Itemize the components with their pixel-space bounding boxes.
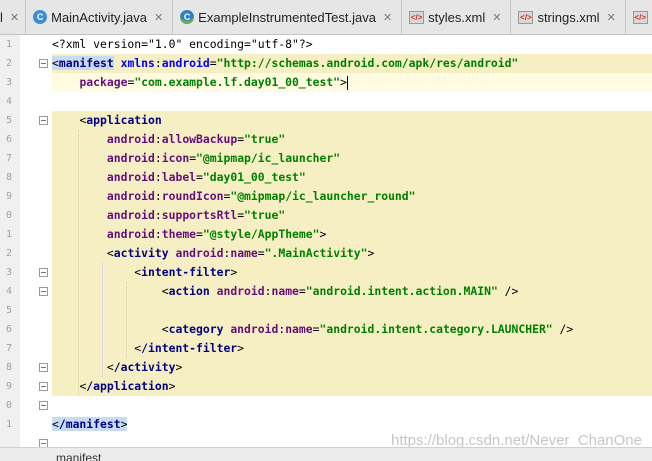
xml-file-icon: </> bbox=[409, 11, 424, 24]
xml-declaration: <?xml version="1.0" encoding="utf-8"?> bbox=[52, 37, 313, 51]
code-line-10: android:supportsRtl="true" bbox=[52, 206, 285, 225]
tab-example-instrumented-test[interactable]: C ExampleInstrumentedTest.java ✕ bbox=[173, 0, 402, 34]
line-number: 9 bbox=[0, 377, 12, 396]
line-number: 5 bbox=[0, 111, 12, 130]
activity-close-tag: /activity bbox=[114, 360, 176, 374]
fold-toggle-icon[interactable] bbox=[39, 59, 48, 68]
code-line-14: <action android:name="android.intent.act… bbox=[52, 282, 518, 301]
line-number: 6 bbox=[0, 130, 12, 149]
code-line-7: android:icon="@mipmap/ic_launcher" bbox=[52, 149, 340, 168]
tab-label: ExampleInstrumentedTest.java bbox=[198, 10, 376, 25]
application-close-tag: /application bbox=[86, 379, 168, 393]
line-number: 1 bbox=[0, 225, 12, 244]
line-number: 4 bbox=[0, 92, 12, 111]
fold-toggle-icon[interactable] bbox=[39, 116, 48, 125]
tab-main-activity[interactable]: C MainActivity.java ✕ bbox=[26, 0, 173, 34]
line-number: 1 bbox=[0, 35, 12, 54]
line-number: 9 bbox=[0, 187, 12, 206]
icon-attribute: icon bbox=[162, 151, 189, 165]
code-line-12: <activity android:name=".MainActivity"> bbox=[52, 244, 374, 263]
tab-label: styles.xml bbox=[428, 10, 485, 25]
category-tag: category bbox=[169, 322, 224, 336]
tab-label: strings.xml bbox=[537, 10, 599, 25]
supports-rtl-attribute: supportsRtl bbox=[162, 208, 237, 222]
code-line-16: <category android:name="android.intent.c… bbox=[52, 320, 573, 339]
line-number: 7 bbox=[0, 339, 12, 358]
code-line-19: </application> bbox=[52, 377, 175, 396]
line-number: 8 bbox=[0, 168, 12, 187]
close-icon[interactable]: ✕ bbox=[607, 11, 616, 24]
package-value: "com.example.lf.day01_00_test" bbox=[134, 75, 340, 89]
fold-toggle-icon[interactable] bbox=[39, 287, 48, 296]
application-tag: application bbox=[86, 113, 161, 127]
activity-tag: activity bbox=[114, 246, 169, 260]
tab-label: l bbox=[0, 10, 3, 25]
label-attribute: label bbox=[162, 170, 196, 184]
code-line-2: <manifest xmlns:android="http://schemas.… bbox=[52, 54, 518, 73]
fold-toggle-icon[interactable] bbox=[39, 401, 48, 410]
code-editor[interactable]: 123456789012345678901 <?xml version="1.0… bbox=[0, 35, 652, 447]
code-line-5: <application bbox=[52, 111, 162, 130]
tab-previous-file[interactable]: l ✕ bbox=[0, 0, 26, 34]
line-number: 7 bbox=[0, 149, 12, 168]
code-line-11: android:theme="@style/AppTheme"> bbox=[52, 225, 326, 244]
line-number: 0 bbox=[0, 396, 12, 415]
tab-styles-xml[interactable]: </> styles.xml ✕ bbox=[402, 0, 511, 34]
fold-toggle-icon[interactable] bbox=[39, 268, 48, 277]
editor-tab-bar: l ✕ C MainActivity.java ✕ C ExampleInstr… bbox=[0, 0, 652, 35]
xml-file-icon: </> bbox=[633, 11, 648, 24]
line-number: 4 bbox=[0, 282, 12, 301]
fold-toggle-icon[interactable] bbox=[39, 363, 48, 372]
close-icon[interactable]: ✕ bbox=[383, 11, 392, 24]
code-line-1: <?xml version="1.0" encoding="utf-8"?> bbox=[52, 35, 313, 54]
line-number: 6 bbox=[0, 320, 12, 339]
tab-strings-xml[interactable]: </> strings.xml ✕ bbox=[511, 0, 625, 34]
xmlns-attribute: xmlns bbox=[121, 56, 155, 70]
code-line-6: android:allowBackup="true" bbox=[52, 130, 285, 149]
code-line-8: android:label="day01_00_test" bbox=[52, 168, 306, 187]
java-test-class-icon: C bbox=[180, 10, 194, 24]
android-namespace: android bbox=[162, 56, 210, 70]
tab-colors-xml[interactable]: </> colo bbox=[626, 0, 652, 34]
round-icon-attribute: roundIcon bbox=[162, 189, 224, 203]
line-number: 3 bbox=[0, 73, 12, 92]
close-icon[interactable]: ✕ bbox=[154, 11, 163, 24]
manifest-tag: manifest bbox=[59, 56, 114, 70]
theme-attribute: theme bbox=[162, 227, 196, 241]
close-icon[interactable]: ✕ bbox=[10, 11, 19, 24]
code-line-18: </activity> bbox=[52, 358, 182, 377]
close-icon[interactable]: ✕ bbox=[492, 11, 501, 24]
manifest-close-tag: /manifest bbox=[59, 417, 121, 431]
tab-label: MainActivity.java bbox=[51, 10, 147, 25]
code-line-17: </intent-filter> bbox=[52, 339, 244, 358]
code-line-3: package="com.example.lf.day01_00_test"> bbox=[52, 73, 348, 92]
line-number: 5 bbox=[0, 301, 12, 320]
intent-filter-tag: intent-filter bbox=[141, 265, 230, 279]
package-attribute: package bbox=[79, 75, 127, 89]
line-number: 1 bbox=[0, 415, 12, 434]
intent-filter-close-tag: /intent-filter bbox=[141, 341, 237, 355]
action-tag: action bbox=[169, 284, 210, 298]
fold-toggle-icon[interactable] bbox=[39, 382, 48, 391]
xml-file-icon: </> bbox=[518, 11, 533, 24]
text-cursor bbox=[347, 76, 348, 90]
line-number: 2 bbox=[0, 244, 12, 263]
breadcrumb-bar: manifest bbox=[0, 447, 652, 461]
line-number: 0 bbox=[0, 206, 12, 225]
allow-backup-attribute: allowBackup bbox=[162, 132, 237, 146]
namespace-value: "http://schemas.android.com/apk/res/andr… bbox=[217, 56, 519, 70]
code-line-13: <intent-filter> bbox=[52, 263, 237, 282]
line-number: 2 bbox=[0, 54, 12, 73]
line-number: 3 bbox=[0, 263, 12, 282]
code-line-21: </manifest> bbox=[52, 415, 127, 434]
line-number: 8 bbox=[0, 358, 12, 377]
code-line-9: android:roundIcon="@mipmap/ic_launcher_r… bbox=[52, 187, 416, 206]
java-class-icon: C bbox=[33, 10, 47, 24]
